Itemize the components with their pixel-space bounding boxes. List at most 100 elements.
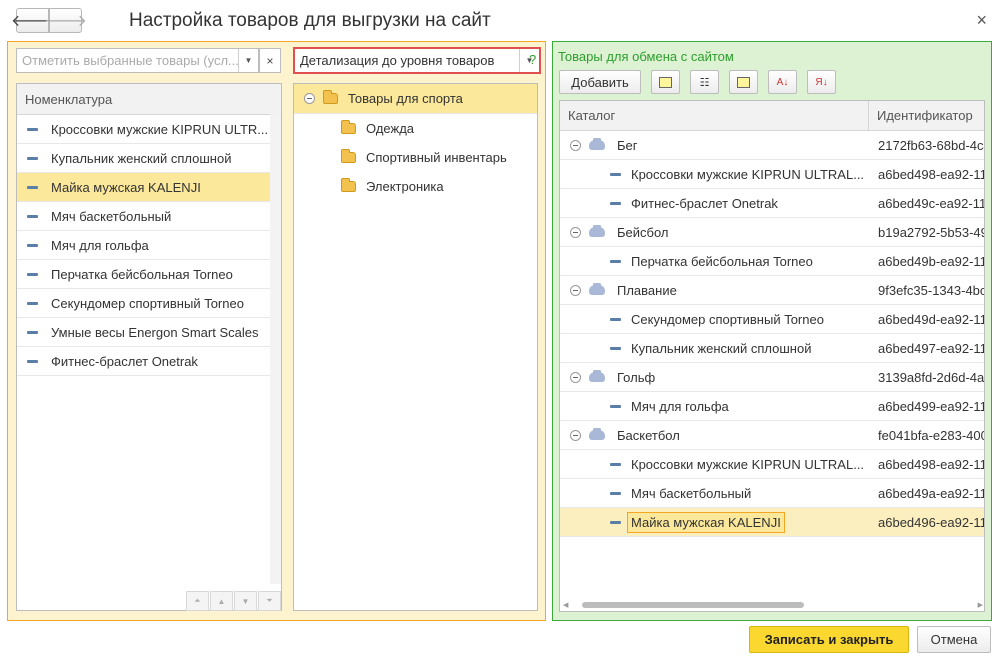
item-icon	[27, 156, 38, 160]
catalog-label: Кроссовки мужские KIPRUN ULTRAL...	[631, 456, 865, 472]
scroll-down-button[interactable]: ▼	[234, 591, 257, 611]
collapse-icon[interactable]	[570, 139, 581, 151]
sort-desc-button[interactable]: Я↓	[807, 70, 836, 94]
add-button[interactable]: Добавить	[559, 70, 641, 94]
folder-icon	[323, 90, 338, 104]
detail-level-select[interactable]: Детализация до уровня товаров ▼	[293, 47, 541, 74]
list-item[interactable]: Мяч для гольфа	[17, 231, 281, 260]
item-icon	[610, 346, 621, 350]
window-title: Настройка товаров для выгрузки на сайт	[129, 10, 491, 31]
table-row[interactable]: Кроссовки мужские KIPRUN ULTRAL... a6bed4…	[560, 450, 984, 479]
list-item[interactable]: Кроссовки мужские KIPRUN ULTR...	[17, 115, 281, 144]
horizontal-scrollbar[interactable]: ◀ ▶	[563, 601, 983, 609]
table-row[interactable]: Секундомер спортивный Torneo a6bed49d-ea9…	[560, 305, 984, 334]
catalog-label: Гольф	[617, 369, 656, 385]
catalog-label: Бейсбол	[617, 224, 669, 240]
collapse-icon[interactable]	[304, 93, 315, 104]
nomenclature-scrollbar[interactable]	[270, 114, 281, 584]
column-id[interactable]: Идентификатор	[869, 108, 973, 123]
item-icon	[27, 214, 38, 218]
sort-asc-button[interactable]: А↓	[768, 70, 797, 94]
identifier-cell: a6bed497-ea92-11e	[878, 340, 984, 356]
folder-icon	[341, 149, 356, 163]
list-item-label: Умные весы Energon Smart Scales	[51, 324, 259, 340]
forward-button[interactable]: 🡒	[44, 8, 87, 33]
scroll-left-icon[interactable]: ◀	[563, 601, 568, 609]
table-row[interactable]: Кроссовки мужские KIPRUN ULTRAL... a6bed4…	[560, 160, 984, 189]
help-icon[interactable]: ?	[529, 52, 536, 67]
list-button[interactable]	[729, 70, 758, 94]
chevron-down-icon[interactable]: ▼	[238, 49, 258, 72]
filter-selected-input[interactable]: Отметить выбранные товары (усл... ▼	[16, 48, 259, 73]
folder-icon	[341, 178, 356, 192]
collapse-icon[interactable]	[570, 429, 581, 441]
table-row[interactable]: Фитнес-браслет Onetrak a6bed49c-ea92-11e	[560, 189, 984, 218]
item-icon	[27, 272, 38, 276]
catalog-label: Фитнес-браслет Onetrak	[631, 195, 778, 211]
tree-item[interactable]: Одежда	[294, 114, 537, 143]
list-item-label: Фитнес-браслет Onetrak	[51, 353, 198, 369]
list-item[interactable]: Фитнес-браслет Onetrak	[17, 347, 281, 376]
collapse-icon[interactable]	[570, 371, 581, 383]
scroll-up-button[interactable]: ▲	[210, 591, 233, 611]
tree-item[interactable]: Электроника	[294, 172, 537, 201]
last-icon: ⏷	[266, 596, 273, 605]
add-group-button[interactable]	[651, 70, 680, 94]
table-row[interactable]: Гольф 3139a8fd-2d6d-4a4	[560, 363, 984, 392]
table-row[interactable]: Плавание 9f3efc35-1343-4bcb	[560, 276, 984, 305]
scroll-right-icon[interactable]: ▶	[978, 601, 983, 609]
list-item[interactable]: Умные весы Energon Smart Scales	[17, 318, 281, 347]
nomenclature-header[interactable]: Номенклатура	[17, 84, 281, 115]
save-and-close-button[interactable]: Записать и закрыть	[749, 626, 909, 653]
list-item[interactable]: Майка мужская KALENJI	[17, 173, 281, 202]
close-window-button[interactable]: ×	[976, 10, 987, 31]
identifier-cell: a6bed498-ea92-11e	[878, 166, 984, 182]
table-row[interactable]: Бейсбол b19a2792-5b53-498	[560, 218, 984, 247]
list-item-label: Купальник женский сплошной	[51, 150, 232, 166]
item-icon	[610, 317, 621, 321]
catalog-label: Секундомер спортивный Torneo	[631, 311, 824, 327]
item-icon	[27, 243, 38, 247]
list-icon	[737, 76, 750, 88]
cancel-button[interactable]: Отмена	[917, 626, 991, 653]
table-row[interactable]: Купальник женский сплошной a6bed497-ea92-…	[560, 334, 984, 363]
scroll-first-button[interactable]: ⏶	[186, 591, 209, 611]
identifier-cell: b19a2792-5b53-498	[878, 224, 984, 240]
filter-placeholder: Отметить выбранные товары (усл...	[22, 53, 238, 68]
table-row[interactable]: Мяч для гольфа a6bed499-ea92-11e	[560, 392, 984, 421]
tree-item-label: Спортивный инвентарь	[366, 150, 507, 165]
catalog-label: Майка мужская KALENJI	[627, 511, 785, 533]
list-item[interactable]: Перчатка бейсбольная Torneo	[17, 260, 281, 289]
scroll-last-button[interactable]: ⏷	[258, 591, 281, 611]
exchange-title: Товары для обмена с сайтом	[558, 49, 734, 64]
table-row[interactable]: Мяч баскетбольный a6bed49a-ea92-11e	[560, 479, 984, 508]
identifier-cell: a6bed498-ea92-11e	[878, 456, 984, 472]
list-item[interactable]: Купальник женский сплошной	[17, 144, 281, 173]
sort-desc-icon: Я↓	[815, 76, 828, 88]
list-item-label: Мяч баскетбольный	[51, 208, 172, 224]
groups-tree: Товары для спорта Одежда Спортивный инвен…	[293, 83, 538, 611]
identifier-cell: a6bed49b-ea92-11e	[878, 253, 984, 269]
table-row[interactable]: Перчатка бейсбольная Torneo a6bed49b-ea92…	[560, 247, 984, 276]
list-item[interactable]: Секундомер спортивный Torneo	[17, 289, 281, 318]
table-row[interactable]: Майка мужская KALENJI a6bed496-ea92-11e	[560, 508, 984, 537]
tree-item[interactable]: Спортивный инвентарь	[294, 143, 537, 172]
item-icon	[27, 330, 38, 334]
add-group-icon	[659, 76, 672, 88]
tree-root[interactable]: Товары для спорта	[294, 84, 537, 114]
tree-button[interactable]: ☷	[690, 70, 719, 94]
item-icon	[610, 462, 621, 466]
filter-clear-button[interactable]: ×	[259, 48, 281, 73]
scroll-thumb[interactable]	[582, 602, 804, 608]
list-item[interactable]: Мяч баскетбольный	[17, 202, 281, 231]
table-row[interactable]: Баскетбол fe041bfa-e283-4009	[560, 421, 984, 450]
collapse-icon[interactable]	[570, 284, 581, 296]
catalog-label: Мяч для гольфа	[631, 398, 729, 414]
catalog-label: Кроссовки мужские KIPRUN ULTRAL...	[631, 166, 865, 182]
cloud-icon	[589, 369, 605, 382]
column-catalog[interactable]: Каталог	[560, 101, 869, 130]
list-item-label: Мяч для гольфа	[51, 237, 149, 253]
table-row[interactable]: Бег 2172fb63-68bd-4c4	[560, 131, 984, 160]
up-icon: ▲	[217, 596, 226, 606]
collapse-icon[interactable]	[570, 226, 581, 238]
